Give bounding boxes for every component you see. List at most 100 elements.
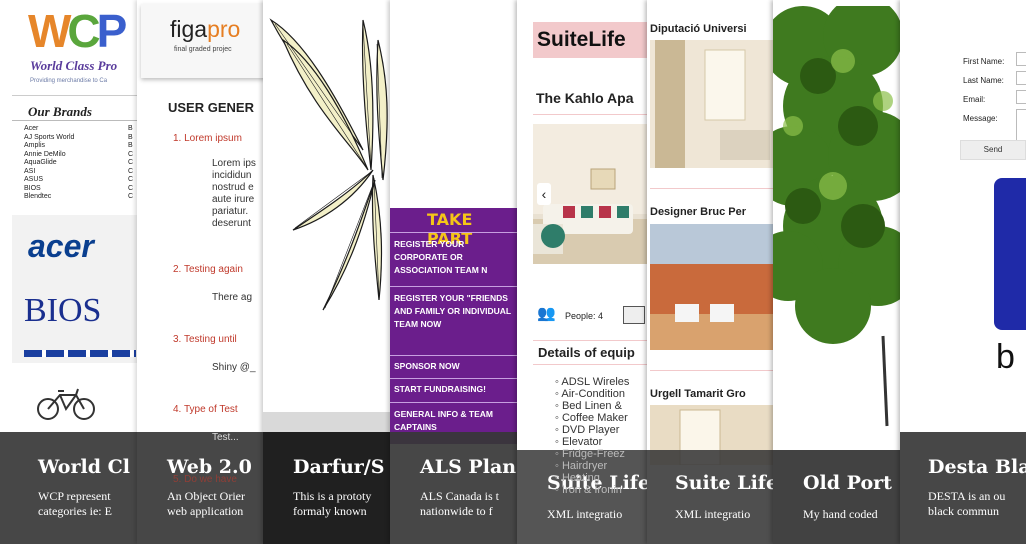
contact-form-labels: First Name: Last Name: Email: Message:	[963, 52, 1004, 128]
form-label: Message:	[963, 114, 998, 123]
body-line: deserunt	[212, 218, 251, 229]
brand-link[interactable]: ASI	[24, 168, 74, 177]
listing-photo[interactable]	[650, 224, 773, 350]
section-heading: USER GENER	[168, 100, 254, 115]
portfolio-panel-figapro[interactable]: figapro final graded projec USER GENER 1…	[137, 0, 263, 544]
list-label[interactable]: Testing until	[184, 334, 237, 345]
divider	[533, 340, 651, 341]
panel-title[interactable]: Old Port	[803, 472, 892, 494]
brand-link[interactable]: BIOS	[24, 185, 74, 194]
description-line: This is a prototy	[293, 489, 372, 503]
brand-logo-strip	[24, 350, 136, 357]
brand-link[interactable]: C	[128, 159, 133, 168]
send-button[interactable]: Send	[960, 140, 1026, 160]
panel-title[interactable]: ALS Plan	[420, 456, 516, 478]
portfolio-panel-wcp[interactable]: WCP World Class Pro Providing merchandis…	[0, 0, 137, 544]
last-name-field[interactable]	[1016, 71, 1026, 85]
form-label: Email:	[963, 95, 986, 104]
first-name-field[interactable]	[1016, 52, 1026, 66]
description-line: formaly known	[293, 504, 367, 518]
portfolio-panel-oldport[interactable]: Old Port My hand coded	[773, 0, 900, 544]
description-line: XML integratio	[675, 507, 751, 521]
body-line: pariatur.	[212, 206, 249, 217]
description-line: WCP represent	[38, 489, 111, 503]
brand-link[interactable]: Annie DeMilo	[24, 151, 74, 160]
panel-description: DESTA is an ou black commun	[928, 489, 1005, 519]
bios-logo: BIOS	[24, 292, 102, 329]
brand-link[interactable]: B	[128, 125, 133, 134]
apartment-title: The Kahlo Apa	[536, 90, 634, 106]
menu-item[interactable]: REGISTER YOUR "FRIENDS AND FAMILY OR IND…	[394, 292, 512, 331]
panel-caption: ALS Plan ALS Canada is t nationwide to f	[390, 432, 517, 544]
panel-caption: Suite Life XML integratio	[647, 450, 773, 544]
panel-title[interactable]: Suite Life	[675, 472, 773, 494]
brand-link[interactable]: C	[128, 168, 133, 177]
email-field[interactable]	[1016, 90, 1026, 104]
portfolio-panel-als[interactable]: TAKE PART REGISTER YOUR CORPORATE OR ASS…	[390, 0, 517, 544]
portfolio-panel-darfur[interactable]: Darfur/S This is a prototy formaly known	[263, 0, 390, 544]
divider	[533, 114, 651, 115]
wcp-tagline: World Class Pro	[30, 58, 118, 73]
list-label[interactable]: Type of Test	[184, 404, 238, 415]
panel-title[interactable]: Desta Bla	[928, 456, 1026, 478]
panel-caption: Desta Bla DESTA is an ou black commun	[900, 432, 1026, 544]
list-label[interactable]: Lorem ipsum	[184, 133, 242, 144]
brands-heading: Our Brands	[28, 104, 92, 119]
brand-link[interactable]: Blendtec	[24, 193, 74, 202]
menu-item[interactable]: GENERAL INFO & TEAM CAPTAINS	[394, 408, 512, 434]
equipment-item: ◦ Hairdryer	[555, 460, 608, 472]
brand-link[interactable]: C	[128, 176, 133, 185]
suitelife-logo: SuiteLife	[537, 28, 626, 51]
chevron-left-icon[interactable]: ‹	[537, 183, 551, 205]
brand-link[interactable]: C	[128, 185, 133, 194]
bed-icon	[623, 306, 645, 324]
portfolio-panel-suitelife-2[interactable]: Diputació Universi Designer Bruc Per Urg…	[647, 0, 773, 544]
divider	[390, 402, 517, 403]
equipment-item: ◦ Bed Linen &	[555, 400, 622, 412]
menu-item[interactable]: SPONSOR NOW	[394, 361, 512, 371]
wcp-logo: WCP	[28, 5, 127, 57]
panel-description: XML integratio	[547, 507, 622, 522]
listing-caption[interactable]: Diputació Universi	[650, 23, 747, 35]
acer-logo: acer	[28, 228, 94, 264]
divider	[390, 232, 517, 233]
listing-photo[interactable]	[650, 40, 773, 168]
panel-caption: Darfur/S This is a prototy formaly known	[263, 432, 390, 544]
brand-link[interactable]: AquaGlide	[24, 159, 74, 168]
panel-title[interactable]: Darfur/S	[293, 456, 384, 478]
brand-link[interactable]: Amplis	[24, 142, 74, 151]
brand-link[interactable]: ASUS	[24, 176, 74, 185]
message-field[interactable]	[1016, 109, 1026, 141]
portfolio-panel-suitelife-1[interactable]: SuiteLife The Kahlo Apa ‹ 👥 People: 4 De…	[517, 0, 651, 544]
listing-caption[interactable]: Designer Bruc Per	[650, 206, 746, 218]
brand-link[interactable]: B	[128, 142, 133, 151]
description-line: black commun	[928, 504, 999, 518]
brand-link[interactable]: B	[128, 134, 133, 143]
panel-description: WCP represent categories ie: E	[38, 489, 112, 519]
listing-caption[interactable]: Urgell Tamarit Gro	[650, 388, 746, 400]
equipment-item: ◦ Fridge-Freez	[555, 448, 625, 460]
divider	[533, 364, 651, 365]
panel-description: XML integratio	[675, 507, 750, 522]
panel-description: An Object Orier web application	[167, 489, 245, 519]
brand-link[interactable]: C	[128, 193, 133, 202]
list-number: 1.	[173, 133, 182, 144]
brand-link[interactable]: Acer	[24, 125, 74, 134]
portfolio-panel-desta[interactable]: First Name: Last Name: Email: Message: S…	[900, 0, 1026, 544]
equipment-list: ◦ ADSL Wireles ◦ Air-Condition ◦ Bed Lin…	[555, 376, 629, 496]
menu-item[interactable]: REGISTER YOUR CORPORATE OR ASSOCIATION T…	[394, 238, 512, 277]
body-line: aute irure	[212, 194, 255, 205]
list-label[interactable]: Do we have	[184, 474, 237, 485]
list-body: Shiny @_	[212, 362, 256, 373]
equipment-item: ◦ Iron & Ironin	[555, 484, 622, 496]
details-heading: Details of equip	[538, 345, 635, 360]
desta-logo-letter: b	[996, 338, 1015, 376]
equipment-item: ◦ Heating	[555, 472, 600, 484]
panel-title[interactable]: World Cl	[38, 456, 130, 478]
menu-item[interactable]: START FUNDRAISING!	[394, 384, 512, 394]
brand-link[interactable]: C	[128, 151, 133, 160]
list-label[interactable]: Testing again	[184, 264, 243, 275]
brand-link[interactable]: AJ Sports World	[24, 134, 74, 143]
wcp-subtagline: Providing merchandise to Ca	[30, 78, 108, 84]
list-item: 2. Testing again	[173, 264, 243, 275]
